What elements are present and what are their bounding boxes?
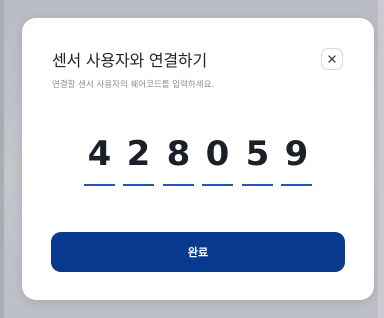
code-digit-cell[interactable]: 2 bbox=[123, 134, 154, 186]
code-digit-cell[interactable]: 0 bbox=[202, 134, 233, 186]
close-icon bbox=[328, 55, 336, 63]
code-digit-cell[interactable]: 8 bbox=[163, 134, 194, 186]
code-digit: 4 bbox=[87, 134, 112, 174]
background-edge-right bbox=[378, 0, 384, 318]
dialog-title: 센서 사용자와 연결하기 bbox=[52, 51, 207, 70]
code-digit: 8 bbox=[166, 134, 191, 174]
background-edge-left bbox=[0, 0, 4, 318]
code-digit: 0 bbox=[205, 134, 230, 174]
code-digit-underline bbox=[123, 184, 154, 186]
code-digit-underline bbox=[84, 184, 115, 186]
confirm-button[interactable]: 완료 bbox=[51, 232, 345, 272]
code-digit-cell[interactable]: 5 bbox=[242, 134, 273, 186]
share-code-dialog: 센서 사용자와 연결하기 연결할 센서 사용자의 쉐어코드를 입력하세요. 4 … bbox=[22, 18, 374, 300]
code-digit-underline bbox=[281, 184, 312, 186]
code-digit-cell[interactable]: 9 bbox=[281, 134, 312, 186]
code-digit-underline bbox=[202, 184, 233, 186]
code-digit-underline bbox=[242, 184, 273, 186]
code-digit: 2 bbox=[126, 134, 151, 174]
dialog-subtitle: 연결할 센서 사용자의 쉐어코드를 입력하세요. bbox=[52, 80, 215, 90]
code-digit-underline bbox=[163, 184, 194, 186]
code-digit: 9 bbox=[284, 134, 309, 174]
code-digit-cell[interactable]: 4 bbox=[84, 134, 115, 186]
close-button[interactable] bbox=[321, 48, 343, 70]
code-digit: 5 bbox=[245, 134, 270, 174]
